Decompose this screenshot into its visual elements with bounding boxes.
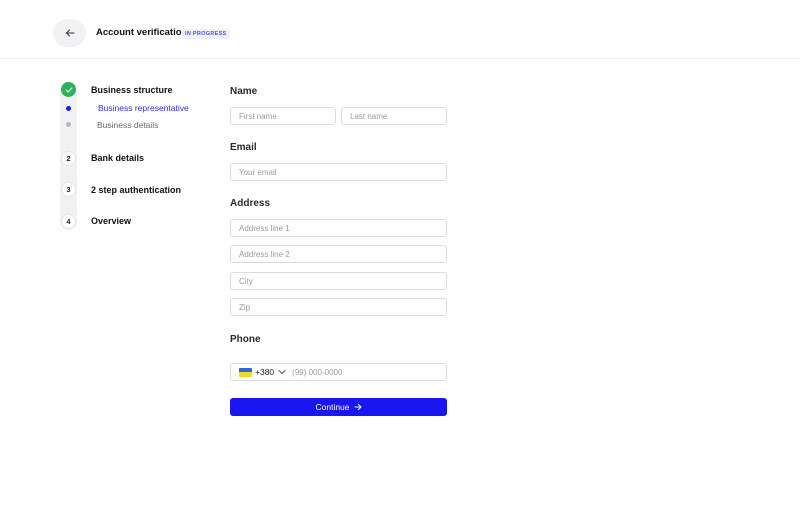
substep-business-details[interactable]: Business details — [97, 120, 158, 130]
substep-pending-dot — [66, 122, 71, 127]
name-section-title: Name — [230, 86, 258, 97]
step-overview[interactable]: Overview — [91, 216, 131, 226]
step-2-indicator: 2 — [61, 151, 76, 166]
header: Account verification IN PROGRESS — [0, 0, 800, 59]
address-section-title: Address — [230, 198, 271, 209]
zip-input[interactable] — [230, 298, 447, 316]
step-4-indicator: 4 — [61, 214, 76, 229]
ukraine-flag-icon — [239, 367, 252, 377]
address-line-1-input[interactable] — [230, 219, 447, 237]
step-2-step-authentication[interactable]: 2 step authentication — [91, 185, 181, 195]
last-name-input[interactable] — [341, 107, 447, 125]
city-input[interactable] — [230, 272, 447, 290]
page-title: Account verification — [96, 27, 188, 38]
address-line-2-input[interactable] — [230, 245, 447, 263]
email-input[interactable] — [230, 163, 447, 181]
phone-input[interactable] — [292, 367, 433, 377]
continue-label: Continue — [315, 402, 350, 412]
country-dial-code[interactable]: +380 — [255, 367, 274, 377]
substep-active-dot — [66, 106, 71, 111]
chevron-down-icon — [278, 370, 286, 374]
check-icon — [65, 86, 72, 93]
phone-section-title: Phone — [230, 334, 261, 345]
continue-button[interactable]: Continue — [230, 398, 447, 416]
step-1-indicator — [61, 82, 76, 97]
country-dropdown[interactable] — [278, 369, 286, 375]
status-badge: IN PROGRESS — [182, 29, 230, 39]
phone-field: +380 — [230, 363, 447, 381]
email-section-title: Email — [230, 142, 257, 153]
step-business-structure[interactable]: Business structure — [91, 85, 173, 95]
first-name-input[interactable] — [230, 107, 336, 125]
arrow-right-icon — [354, 404, 362, 410]
back-button[interactable] — [53, 19, 86, 47]
step-3-indicator: 3 — [61, 182, 76, 197]
step-bank-details[interactable]: Bank details — [91, 153, 144, 163]
arrow-left-icon — [65, 29, 74, 37]
substep-business-representative[interactable]: Business representative — [98, 103, 189, 113]
